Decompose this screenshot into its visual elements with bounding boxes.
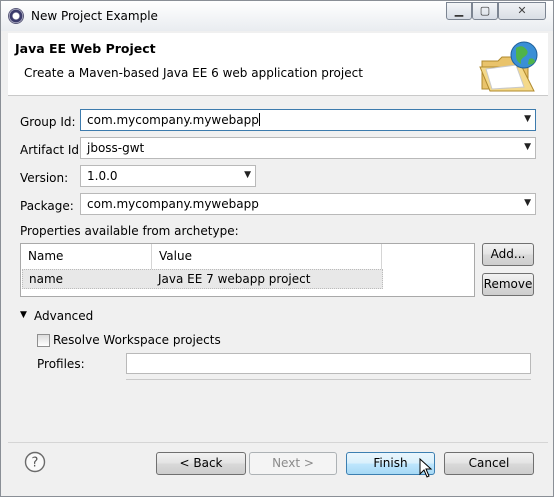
group-id-value: com.mycompany.mywebapp [87,113,259,127]
maximize-button[interactable]: ▢ [472,2,498,20]
package-combo[interactable]: com.mycompany.mywebapp ▼ [80,193,536,215]
chevron-down-icon[interactable]: ▼ [244,170,251,180]
property-name-cell[interactable]: name [29,272,63,286]
properties-table[interactable]: Name Value name Java EE 7 webapp project [20,243,475,297]
wizard-header: Java EE Web Project Create a Maven-based… [8,33,548,96]
wizard-window: New Project Example ▁ ▢ ✕ Java EE Web Pr… [0,0,554,497]
advanced-section-label[interactable]: Advanced [34,309,93,323]
expand-triangle-icon[interactable]: ▼ [20,310,27,320]
divider [126,379,531,380]
profiles-input[interactable] [126,353,531,374]
add-property-button[interactable]: Add... [482,243,534,266]
column-header-value[interactable]: Value [152,244,382,269]
folder-globe-icon [479,41,538,92]
version-combo[interactable]: 1.0.0 ▼ [80,165,256,187]
next-button[interactable]: Next > [249,452,337,475]
remove-property-button[interactable]: Remove [482,273,534,296]
cancel-button[interactable]: Cancel [444,452,534,475]
version-label: Version: [20,171,69,185]
chevron-down-icon[interactable]: ▼ [524,142,531,152]
profiles-label: Profiles: [37,357,85,371]
title-bar: New Project Example ▁ ▢ ✕ [1,1,553,31]
chevron-down-icon[interactable]: ▼ [524,198,531,208]
mouse-cursor-icon [419,458,433,478]
group-id-label: Group Id: [20,115,76,129]
artifact-id-combo[interactable]: jboss-gwt ▼ [80,137,536,159]
column-header-name[interactable]: Name [21,244,152,269]
footer-divider [8,442,548,443]
svg-text:?: ? [32,456,39,471]
properties-label: Properties available from archetype: [20,224,239,238]
page-title: Java EE Web Project [15,41,156,56]
chevron-down-icon[interactable]: ▼ [524,114,531,124]
window-title: New Project Example [31,9,158,23]
package-label: Package: [20,199,74,213]
property-value-cell[interactable]: Java EE 7 webapp project [158,272,310,286]
package-value: com.mycompany.mywebapp [87,197,259,211]
eclipse-icon [8,8,24,24]
back-button[interactable]: < Back [156,452,246,475]
minimize-button[interactable]: ▁ [446,2,472,20]
close-button[interactable]: ✕ [498,2,546,20]
group-id-combo[interactable]: com.mycompany.mywebapp ▼ [80,109,536,131]
text-caret [258,113,260,126]
resolve-workspace-checkbox[interactable] [37,334,50,347]
page-description: Create a Maven-based Java EE 6 web appli… [24,66,363,80]
resolve-workspace-label[interactable]: Resolve Workspace projects [53,333,221,347]
version-value: 1.0.0 [87,169,118,183]
help-icon[interactable]: ? [24,451,46,473]
artifact-id-label: Artifact Id: [20,143,84,157]
artifact-id-value: jboss-gwt [87,141,145,155]
